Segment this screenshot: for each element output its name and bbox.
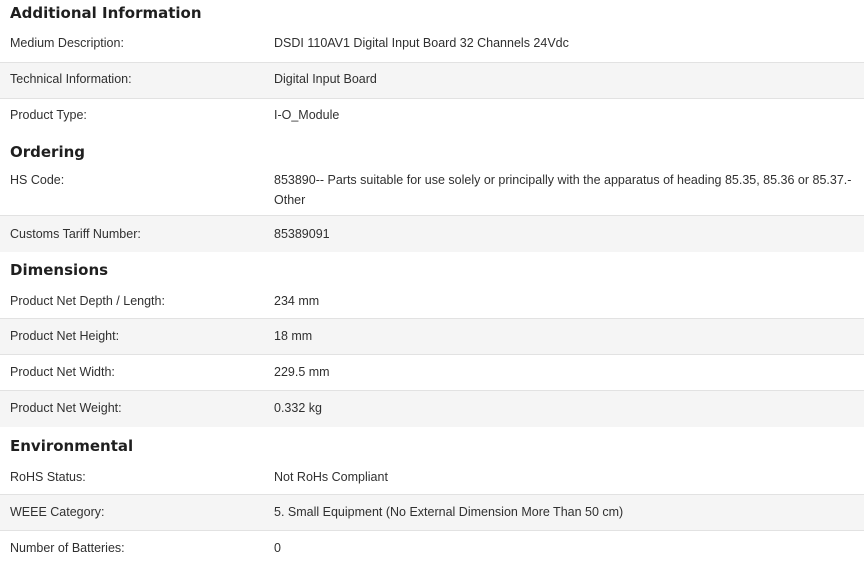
spec-label: RoHS Status: <box>10 470 86 484</box>
spec-label: Product Net Depth / Length: <box>10 294 165 308</box>
spec-value: 0.332 kg <box>274 401 322 415</box>
spec-value: Digital Input Board <box>274 72 377 86</box>
spec-value: DSDI 110AV1 Digital Input Board 32 Chann… <box>274 36 569 50</box>
spec-row-product-net-height: Product Net Height: 18 mm <box>0 319 864 355</box>
spec-label: Technical Information: <box>10 72 132 86</box>
section-title-environmental: Environmental <box>10 437 134 455</box>
spec-label: Product Net Width: <box>10 365 115 379</box>
spec-label: WEEE Category: <box>10 505 105 519</box>
spec-row-product-net-depth: Product Net Depth / Length: 234 mm <box>0 283 864 319</box>
spec-value: I-O_Module <box>274 108 340 122</box>
spec-label: Medium Description: <box>10 36 124 50</box>
spec-row-product-net-weight: Product Net Weight: 0.332 kg <box>0 391 864 427</box>
product-details: Additional Information Medium Descriptio… <box>0 0 864 561</box>
section-title-ordering: Ordering <box>10 143 86 161</box>
spec-label: Product Type: <box>10 108 87 122</box>
spec-value: 229.5 mm <box>274 365 330 379</box>
spec-row-product-type: Product Type: I-O_Module <box>0 99 864 135</box>
spec-value: 0 <box>274 541 281 555</box>
spec-value: 234 mm <box>274 294 320 308</box>
spec-label: Product Net Weight: <box>10 401 122 415</box>
spec-row-customs-tariff-number: Customs Tariff Number: 85389091 <box>0 216 864 252</box>
spec-label: Product Net Height: <box>10 329 120 343</box>
spec-row-number-of-batteries: Number of Batteries: 0 <box>0 531 864 561</box>
spec-value: 85389091 <box>274 227 330 241</box>
section-title-dimensions: Dimensions <box>10 261 109 279</box>
spec-value: Not RoHs Compliant <box>274 470 388 484</box>
section-title-additional-information: Additional Information <box>10 4 202 22</box>
spec-row-hs-code: HS Code: 853890-- Parts suitable for use… <box>0 169 864 216</box>
spec-row-technical-information: Technical Information: Digital Input Boa… <box>0 63 864 99</box>
spec-row-weee-category: WEEE Category: 5. Small Equipment (No Ex… <box>0 495 864 531</box>
spec-label: HS Code: <box>10 173 65 187</box>
spec-label: Number of Batteries: <box>10 541 125 555</box>
spec-value: 853890-- Parts suitable for use solely o… <box>274 173 852 207</box>
spec-row-medium-description: Medium Description: DSDI 110AV1 Digital … <box>0 27 864 63</box>
spec-value: 5. Small Equipment (No External Dimensio… <box>274 505 624 519</box>
spec-row-product-net-width: Product Net Width: 229.5 mm <box>0 355 864 391</box>
spec-label: Customs Tariff Number: <box>10 227 141 241</box>
spec-value: 18 mm <box>274 329 313 343</box>
spec-row-rohs-status: RoHS Status: Not RoHs Compliant <box>0 459 864 495</box>
